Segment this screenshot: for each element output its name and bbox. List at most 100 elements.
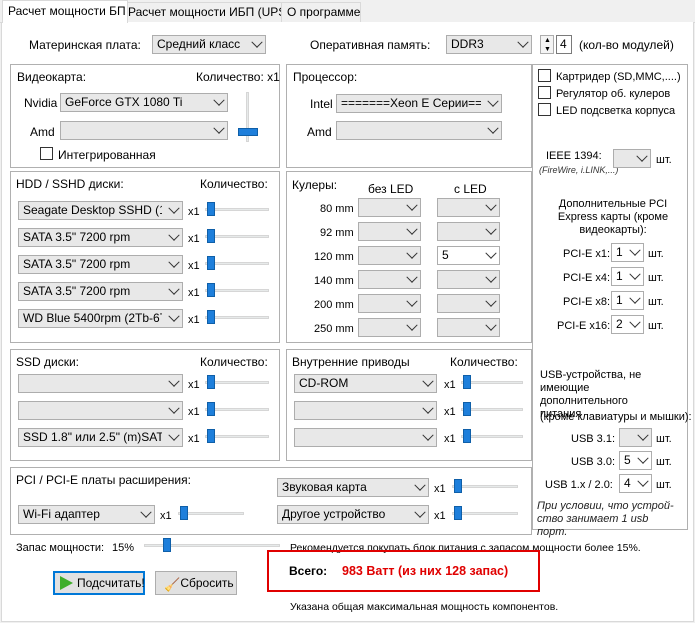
- ieee-select[interactable]: [613, 149, 651, 168]
- cooler-led-select-2[interactable]: [437, 222, 500, 241]
- usb2-unit: шт.: [656, 479, 672, 491]
- ram-count-spinner[interactable]: ▲ ▼: [540, 35, 554, 54]
- reserve-value: 15%: [112, 542, 135, 554]
- pcie-x16-select[interactable]: 2: [611, 315, 644, 334]
- calculate-label: Подсчитать!: [77, 576, 145, 590]
- ssd-qty-slider-2[interactable]: [205, 402, 269, 416]
- total-label: Всего:: [289, 564, 328, 578]
- pcie-x1-select[interactable]: 1: [611, 243, 644, 262]
- cooler-size-6: 250 mm: [314, 323, 354, 335]
- cooler-size-3: 120 mm: [314, 251, 354, 263]
- hdd-select-2[interactable]: SATA 3.5" 7200 rpm: [18, 228, 183, 247]
- usb-note: При условии, что устрой- ство занимает 1…: [537, 500, 674, 538]
- cardreader-label: Картридер (SD,MMC,....): [556, 71, 681, 83]
- coolers-col-led: с LED: [454, 182, 487, 196]
- led-checkbox[interactable]: [538, 103, 551, 116]
- motherboard-select[interactable]: Средний класс: [152, 35, 266, 54]
- hdd-qty-slider-2[interactable]: [205, 229, 269, 243]
- cooler-led-select-4[interactable]: [437, 270, 500, 289]
- calculate-button[interactable]: Подсчитать!: [53, 571, 145, 595]
- led-label: LED подсветка корпуса: [556, 105, 676, 117]
- wifi-qty-slider[interactable]: [178, 506, 244, 520]
- amd-gpu-select[interactable]: [60, 121, 228, 140]
- hdd-select-3[interactable]: SATA 3.5" 7200 rpm: [18, 255, 183, 274]
- amd-label: Amd: [30, 125, 55, 139]
- usb30-select[interactable]: 5: [619, 451, 652, 470]
- hdd-qty-slider-3[interactable]: [205, 256, 269, 270]
- coolers-col-no-led: без LED: [368, 182, 414, 196]
- drive-select-3[interactable]: [294, 428, 437, 447]
- intel-cpu-select[interactable]: =======Xeon E Серии=====: [336, 94, 502, 113]
- reset-button[interactable]: 🧹 Сбросить: [155, 571, 237, 595]
- pcie-x4-select[interactable]: 1: [611, 267, 644, 286]
- spin-down-icon: ▼: [544, 46, 551, 53]
- sound-card-qty: x1: [434, 483, 446, 495]
- sound-card-qty-slider[interactable]: [452, 479, 518, 493]
- reserve-slider[interactable]: [144, 538, 280, 552]
- broom-icon: 🧹: [164, 577, 181, 592]
- nvidia-label: Nvidia: [24, 96, 58, 110]
- tab-ups[interactable]: Расчет мощности ИБП (UPS): [122, 2, 290, 22]
- ram-type-select[interactable]: DDR3: [446, 35, 532, 54]
- cardreader-checkbox[interactable]: [538, 69, 551, 82]
- cooler-led-select-1[interactable]: [437, 198, 500, 217]
- pci-title: PCI / PCI-E платы расширения:: [16, 473, 191, 487]
- usb31-select[interactable]: [619, 428, 652, 447]
- cooler-size-5: 200 mm: [314, 299, 354, 311]
- cooler-no-led-select-5[interactable]: [358, 294, 421, 313]
- cooler-no-led-select-6[interactable]: [358, 318, 421, 337]
- nvidia-gpu-select[interactable]: GeForce GTX 1080 Ti: [60, 93, 228, 112]
- total-box: Всего: 983 Ватт (из них 128 запас): [267, 550, 540, 592]
- ssd-select-1[interactable]: [18, 374, 183, 393]
- pcie-x1-unit: шт.: [648, 248, 664, 260]
- ram-count-field[interactable]: 4: [556, 35, 572, 54]
- hdd-qty-label: Количество:: [200, 177, 268, 191]
- other-device-select[interactable]: Другое устройство: [277, 505, 429, 524]
- cooler-led-select-3[interactable]: 5: [437, 246, 500, 265]
- cooler-no-led-select-1[interactable]: [358, 198, 421, 217]
- usb30-label: USB 3.0:: [571, 456, 616, 468]
- ssd-select-2[interactable]: [18, 401, 183, 420]
- fan-controller-checkbox[interactable]: [538, 86, 551, 99]
- drive-qty-slider-2[interactable]: [461, 402, 523, 416]
- sound-card-select[interactable]: Звуковая карта: [277, 478, 429, 497]
- cooler-led-select-6[interactable]: [437, 318, 500, 337]
- gpu-qty-slider[interactable]: [238, 92, 258, 142]
- cooler-led-select-5[interactable]: [437, 294, 500, 313]
- drive-qty-slider-3[interactable]: [461, 429, 523, 443]
- total-value: 983 Ватт (из них 128 запас): [342, 564, 509, 578]
- usb2-select[interactable]: 4: [619, 474, 652, 493]
- intel-label: Intel: [310, 97, 333, 111]
- ieee-sub-label: (FireWire, i.LINK,...): [539, 165, 619, 175]
- hdd-select-5[interactable]: WD Blue 5400rpm (2Tb-6Tb): [18, 309, 183, 328]
- other-device-qty-slider[interactable]: [452, 506, 518, 520]
- ssd-select-3[interactable]: SSD 1.8" или 2.5" (m)SATA: [18, 428, 183, 447]
- motherboard-label: Материнская плата:: [29, 38, 141, 52]
- cooler-no-led-select-4[interactable]: [358, 270, 421, 289]
- usb31-label: USB 3.1:: [571, 433, 616, 445]
- hdd-qty-slider-5[interactable]: [205, 310, 269, 324]
- pcie-x8-select[interactable]: 1: [611, 291, 644, 310]
- cooler-no-led-select-3[interactable]: [358, 246, 421, 265]
- hdd-qty-1: x1: [188, 206, 200, 218]
- ssd-qty-slider-1[interactable]: [205, 375, 269, 389]
- drive-select-2[interactable]: [294, 401, 437, 420]
- hdd-title: HDD / SSHD диски:: [16, 177, 124, 191]
- amd-cpu-label: Amd: [307, 125, 332, 139]
- hdd-qty-slider-4[interactable]: [205, 283, 269, 297]
- hdd-select-1[interactable]: Seagate Desktop SSHD (1Tb: [18, 201, 183, 220]
- integrated-gpu-checkbox[interactable]: [40, 147, 53, 160]
- drives-title: Внутренние приводы: [292, 355, 410, 369]
- amd-cpu-select[interactable]: [336, 121, 502, 140]
- ssd-qty-slider-3[interactable]: [205, 429, 269, 443]
- hdd-select-4[interactable]: SATA 3.5" 7200 rpm: [18, 282, 183, 301]
- cooler-no-led-select-2[interactable]: [358, 222, 421, 241]
- hdd-qty-slider-1[interactable]: [205, 202, 269, 216]
- tab-about[interactable]: О программе: [281, 2, 361, 22]
- pcie-x8-label: PCI-E x8:: [563, 296, 611, 308]
- wifi-select[interactable]: Wi-Fi адаптер: [18, 505, 155, 524]
- drive-qty-slider-1[interactable]: [461, 375, 523, 389]
- tab-psu[interactable]: Расчет мощности БП: [2, 0, 128, 23]
- pcie-x8-unit: шт.: [648, 296, 664, 308]
- drive-select-1[interactable]: CD-ROM: [294, 374, 437, 393]
